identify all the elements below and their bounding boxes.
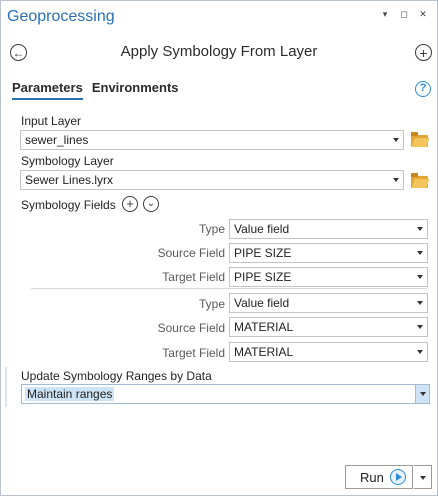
field-group-divider — [31, 288, 427, 289]
add-icon[interactable]: + — [415, 44, 432, 61]
symbology-layer-label: Symbology Layer — [21, 154, 114, 168]
input-layer-dropdown[interactable]: sewer_lines — [20, 130, 404, 150]
type-dropdown[interactable]: Value field — [229, 293, 428, 313]
update-ranges-label: Update Symbology Ranges by Data — [21, 369, 212, 383]
target-field-value: PIPE SIZE — [234, 270, 292, 284]
run-button[interactable]: Run — [345, 465, 413, 489]
browse-folder-icon[interactable] — [411, 173, 428, 188]
pane-title: Geoprocessing — [7, 8, 115, 25]
target-field-label: Target Field — [162, 346, 225, 360]
type-label: Type — [198, 222, 225, 236]
source-field-label: Source Field — [157, 246, 225, 260]
tab-environments[interactable]: Environments — [92, 80, 179, 100]
target-field-dropdown[interactable]: MATERIAL — [229, 342, 428, 362]
close-icon[interactable]: ✕ — [417, 8, 429, 20]
chevron-down-icon — [417, 251, 423, 255]
window-controls: ▾ ◻ ✕ — [379, 8, 429, 20]
source-field-value: PIPE SIZE — [234, 246, 292, 260]
update-ranges-value: Maintain ranges — [25, 387, 115, 401]
tab-parameters[interactable]: Parameters — [12, 80, 83, 100]
source-field-label: Source Field — [157, 321, 225, 335]
chevron-down-icon — [393, 138, 399, 142]
pane-titlebar: Geoprocessing ▾ ◻ ✕ — [1, 1, 437, 35]
tool-title: Apply Symbology From Layer — [120, 43, 318, 60]
input-layer-value: sewer_lines — [25, 133, 89, 147]
type-dropdown[interactable]: Value field — [229, 219, 428, 239]
chevron-down-icon — [420, 392, 426, 396]
active-parameter-marker — [5, 367, 7, 407]
type-value: Value field — [234, 296, 290, 310]
chevron-down-icon — [420, 476, 426, 480]
source-field-value: MATERIAL — [234, 320, 294, 334]
tab-strip: Parameters Environments — [12, 80, 179, 100]
chevron-down-icon — [417, 227, 423, 231]
chevron-down-icon — [417, 350, 423, 354]
target-field-dropdown[interactable]: PIPE SIZE — [229, 267, 428, 287]
geoprocessing-pane: Geoprocessing ▾ ◻ ✕ ← Apply Symbology Fr… — [0, 0, 438, 496]
run-play-icon — [389, 469, 406, 485]
help-icon[interactable]: ? — [415, 81, 431, 97]
add-field-icon[interactable]: + — [122, 196, 138, 212]
chevron-down-icon — [417, 275, 423, 279]
browse-folder-icon[interactable] — [411, 132, 428, 147]
symbology-layer-value: Sewer Lines.lyrx — [25, 173, 114, 187]
type-value: Value field — [234, 222, 290, 236]
dropdown-button[interactable] — [415, 385, 429, 403]
chevron-down-icon — [417, 325, 423, 329]
chevron-down-icon — [417, 301, 423, 305]
symbology-fields-label: Symbology Fields — [21, 198, 116, 212]
symbology-layer-dropdown[interactable]: Sewer Lines.lyrx — [20, 170, 404, 190]
run-label: Run — [360, 469, 384, 485]
source-field-dropdown[interactable]: PIPE SIZE — [229, 243, 428, 263]
target-field-label: Target Field — [162, 270, 225, 284]
update-ranges-dropdown[interactable]: Maintain ranges — [21, 384, 430, 404]
pin-dropdown-icon[interactable]: ▾ — [379, 8, 391, 20]
maximize-icon[interactable]: ◻ — [398, 8, 410, 20]
expand-chevron-icon[interactable]: ⌄ — [143, 196, 159, 212]
input-layer-label: Input Layer — [21, 114, 82, 128]
run-options-button[interactable] — [414, 465, 432, 489]
target-field-value: MATERIAL — [234, 345, 294, 359]
type-label: Type — [198, 297, 225, 311]
chevron-down-icon — [393, 178, 399, 182]
source-field-dropdown[interactable]: MATERIAL — [229, 317, 428, 337]
